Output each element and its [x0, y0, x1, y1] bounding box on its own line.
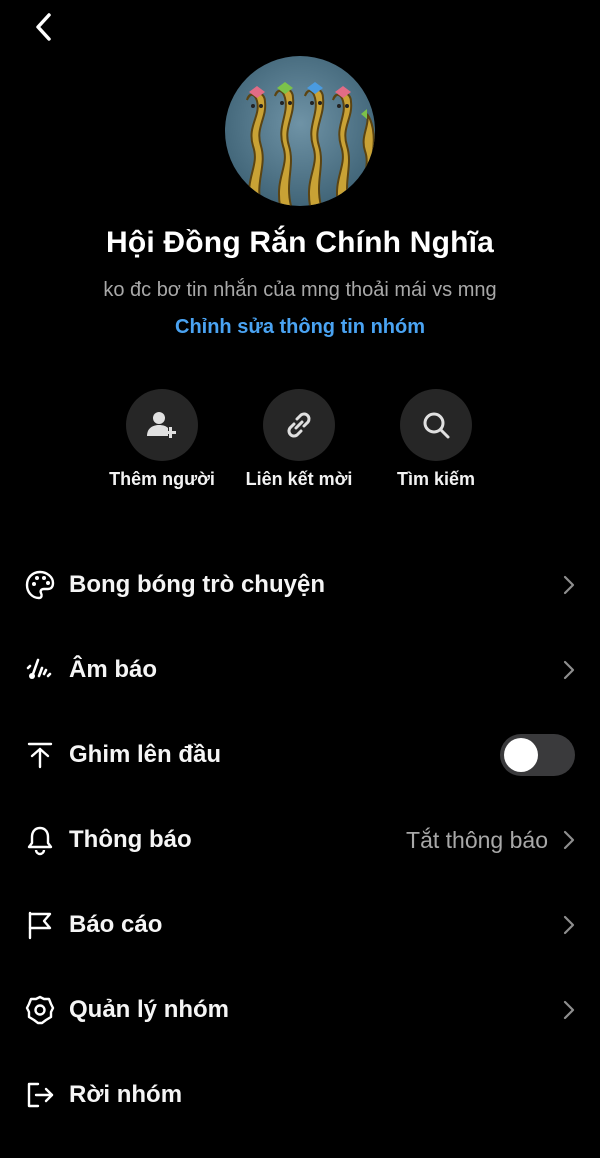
chevron-left-icon — [36, 13, 51, 41]
group-description: ko đc bơ tin nhắn của mng thoải mái vs m… — [103, 279, 497, 301]
invite-link-button[interactable]: Liên kết mời — [229, 389, 369, 490]
group-name: Hội Đồng Rắn Chính Nghĩa — [105, 226, 495, 259]
group-avatar[interactable] — [225, 56, 375, 206]
chevron-right-icon — [562, 660, 576, 680]
leave-icon — [24, 1079, 56, 1111]
notifications-value: Tắt thông báo — [406, 826, 548, 853]
pin-top-icon — [24, 739, 56, 771]
manage-group-setting-row[interactable]: Quản lý nhóm — [0, 980, 600, 1040]
invite-link-label: Liên kết mời — [245, 469, 353, 489]
add-people-label: Thêm người — [109, 469, 215, 489]
link-icon — [287, 412, 311, 438]
chevron-right-icon — [562, 1000, 576, 1020]
notifications-label: Thông báo — [69, 826, 192, 853]
flag-icon — [24, 909, 56, 941]
search-button[interactable]: Tìm kiếm — [366, 389, 506, 490]
sound-label: Âm báo — [69, 656, 158, 683]
chat-bubble-label: Bong bóng trò chuyện — [69, 571, 325, 598]
add-people-button[interactable]: Thêm người — [92, 389, 232, 490]
gear-icon — [24, 994, 56, 1026]
leave-group-row[interactable]: Rời nhóm — [0, 1065, 600, 1125]
leave-group-label: Rời nhóm — [69, 1081, 183, 1108]
bell-icon — [24, 824, 56, 856]
search-icon — [423, 412, 450, 439]
toggle-knob — [504, 738, 538, 772]
palette-icon — [24, 569, 56, 601]
chat-bubble-setting-row[interactable]: Bong bóng trò chuyện — [0, 555, 600, 615]
notifications-setting-row[interactable]: Thông báo Tắt thông báo — [0, 810, 600, 870]
manage-group-label: Quản lý nhóm — [69, 996, 230, 1023]
edit-group-info-link[interactable]: Chỉnh sửa thông tin nhóm — [0, 316, 600, 339]
sound-setting-row[interactable]: Âm báo — [0, 640, 600, 700]
add-person-icon — [147, 412, 176, 438]
chevron-right-icon — [562, 915, 576, 935]
sound-icon — [24, 654, 56, 686]
pin-to-top-label: Ghim lên đầu — [69, 741, 222, 768]
pin-to-top-setting-row: Ghim lên đầu — [0, 725, 600, 785]
back-button[interactable] — [28, 10, 60, 44]
report-setting-row[interactable]: Báo cáo — [0, 895, 600, 955]
chevron-right-icon — [562, 830, 576, 850]
report-label: Báo cáo — [69, 911, 163, 938]
pin-to-top-toggle[interactable] — [500, 734, 575, 776]
search-label: Tìm kiếm — [396, 469, 476, 489]
chevron-right-icon — [562, 575, 576, 595]
